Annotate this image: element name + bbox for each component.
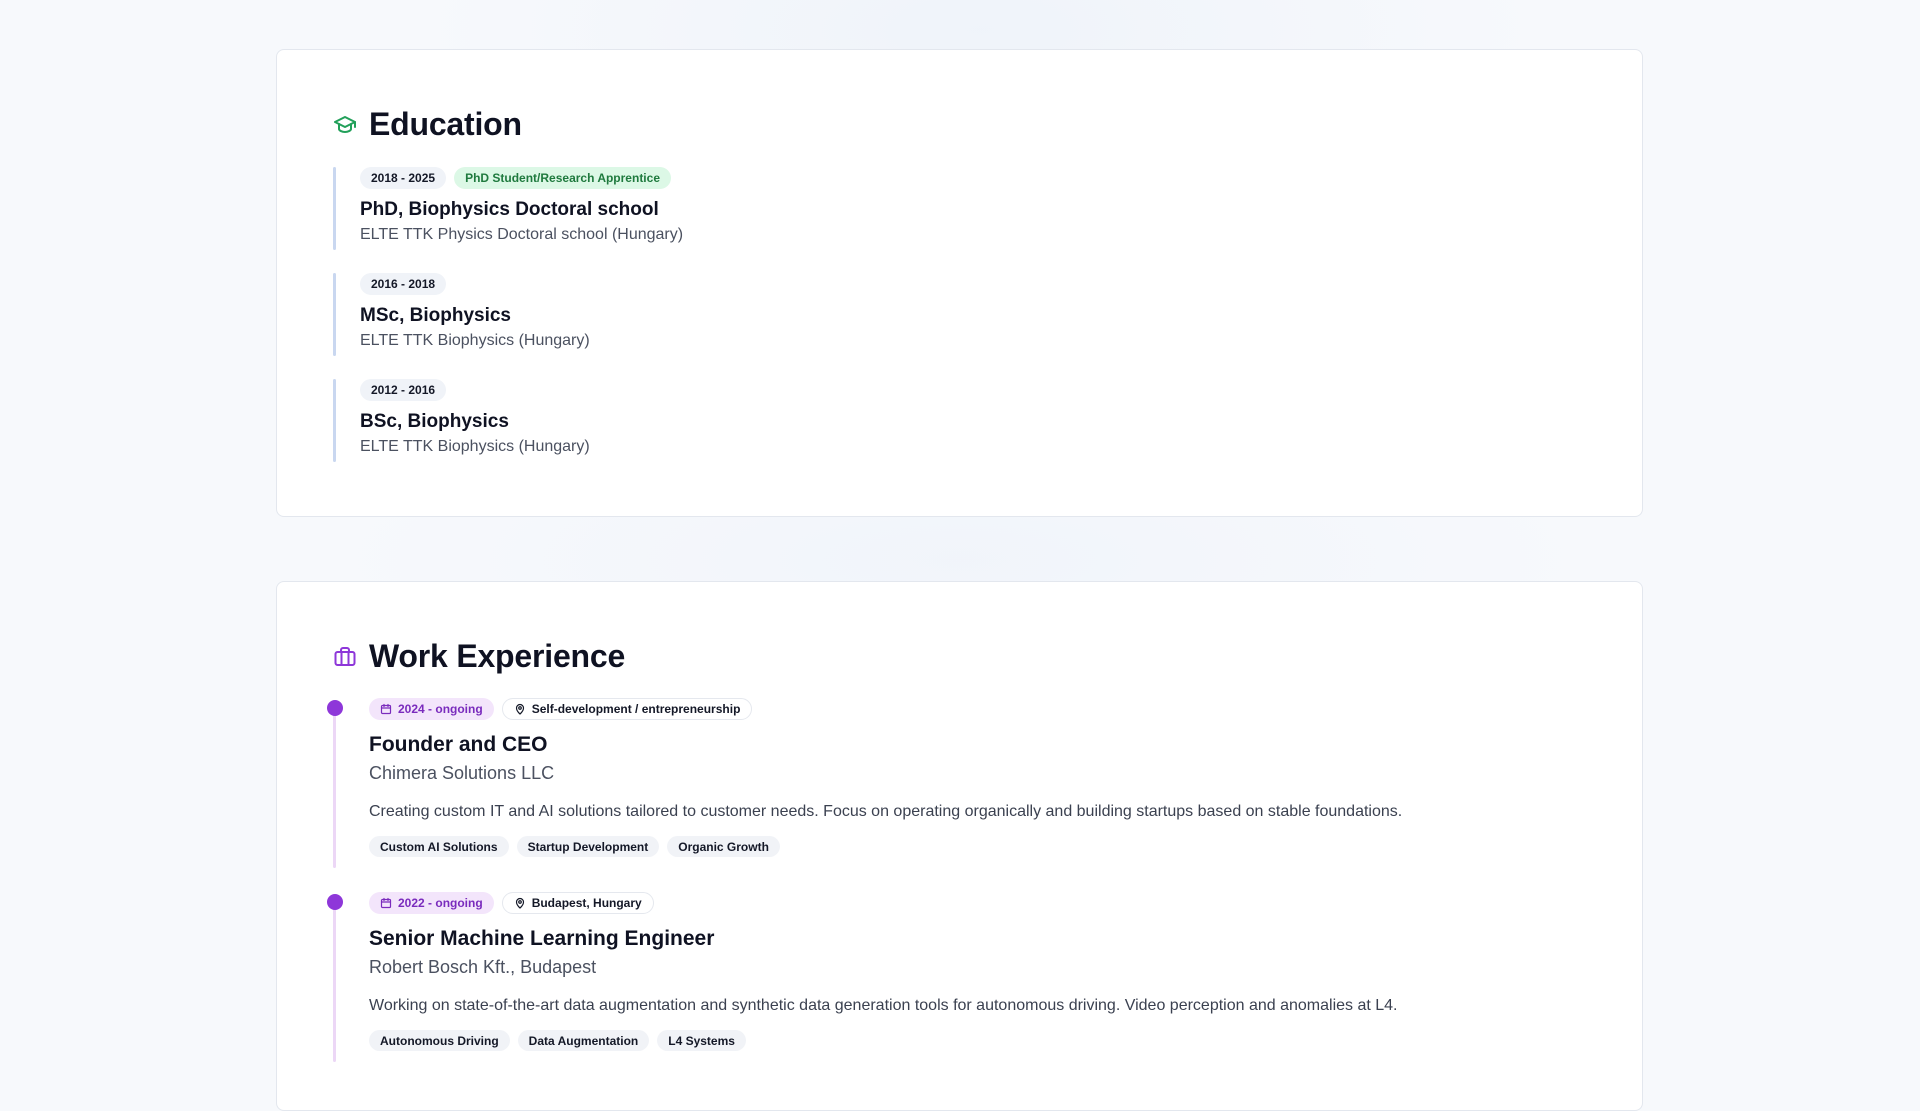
work-list: 2024 - ongoing Self-development / entrep… xyxy=(327,698,1573,1086)
work-location-badge: Budapest, Hungary xyxy=(501,892,654,914)
job-tag: Startup Development xyxy=(516,836,660,857)
company-name: Chimera Solutions LLC xyxy=(369,763,555,783)
education-title: Education xyxy=(369,106,522,142)
job-tag: Custom AI Solutions xyxy=(369,836,509,857)
education-years-badge: 2016 - 2018 xyxy=(360,273,447,295)
map-pin-icon xyxy=(514,897,526,909)
job-tags: Autonomous Driving Data Augmentation L4 … xyxy=(369,1030,1573,1051)
job-tag: Organic Growth xyxy=(667,836,780,857)
work-title: Work Experience xyxy=(369,638,626,674)
company-name: Robert Bosch Kft., Budapest xyxy=(369,957,597,977)
job-tags: Custom AI Solutions Startup Development … xyxy=(369,836,1573,857)
education-card: Education 2018 - 2025 PhD Student/Resear… xyxy=(276,49,1643,517)
work-header: Work Experience xyxy=(333,638,625,675)
job-description: Working on state-of-the-art data augment… xyxy=(369,997,1398,1014)
education-header: Education xyxy=(333,106,522,143)
calendar-icon xyxy=(380,897,392,909)
map-pin-icon xyxy=(514,703,526,715)
job-description: Creating custom IT and AI solutions tail… xyxy=(369,803,1403,820)
graduation-cap-icon xyxy=(333,113,357,137)
education-school: ELTE TTK Physics Doctoral school (Hungar… xyxy=(360,226,684,243)
timeline-dot xyxy=(327,894,343,910)
work-years-text: 2024 - ongoing xyxy=(398,702,483,716)
work-years-text: 2022 - ongoing xyxy=(398,896,483,910)
education-role-badge: PhD Student/Research Apprentice xyxy=(454,167,671,189)
timeline-line xyxy=(333,710,336,868)
work-badges: 2022 - ongoing Budapest, Hungary xyxy=(369,892,1573,914)
education-years-badge: 2018 - 2025 xyxy=(360,167,447,189)
education-item: 2012 - 2016 BSc, Biophysics ELTE TTK Bio… xyxy=(333,379,1533,462)
job-tag: Data Augmentation xyxy=(517,1030,650,1051)
education-years-badge: 2012 - 2016 xyxy=(360,379,447,401)
work-item: 2024 - ongoing Self-development / entrep… xyxy=(327,698,1573,868)
education-item: 2016 - 2018 MSc, Biophysics ELTE TTK Bio… xyxy=(333,273,1533,356)
work-badges: 2024 - ongoing Self-development / entrep… xyxy=(369,698,1573,720)
education-badges: 2012 - 2016 xyxy=(360,379,1533,401)
education-list: 2018 - 2025 PhD Student/Research Apprent… xyxy=(333,167,1533,485)
job-title: Founder and CEO xyxy=(369,733,548,756)
education-item: 2018 - 2025 PhD Student/Research Apprent… xyxy=(333,167,1533,250)
calendar-icon xyxy=(380,703,392,715)
timeline-line xyxy=(333,904,336,1062)
work-experience-card: Work Experience 2024 - ongoing Self-deve… xyxy=(276,581,1643,1111)
work-item: 2022 - ongoing Budapest, Hungary Senior … xyxy=(327,892,1573,1062)
work-location-badge: Self-development / entrepreneurship xyxy=(501,698,753,720)
education-badges: 2018 - 2025 PhD Student/Research Apprent… xyxy=(360,167,1533,189)
timeline-dot xyxy=(327,700,343,716)
education-degree: PhD, Biophysics Doctoral school xyxy=(360,199,659,220)
job-tag: Autonomous Driving xyxy=(369,1030,510,1051)
work-location-text: Budapest, Hungary xyxy=(531,896,642,910)
work-years-badge: 2022 - ongoing xyxy=(369,892,494,914)
education-school: ELTE TTK Biophysics (Hungary) xyxy=(360,332,590,349)
job-tag: L4 Systems xyxy=(657,1030,746,1051)
work-years-badge: 2024 - ongoing xyxy=(369,698,494,720)
briefcase-icon xyxy=(333,645,357,669)
education-badges: 2016 - 2018 xyxy=(360,273,1533,295)
job-title: Senior Machine Learning Engineer xyxy=(369,927,715,950)
education-school: ELTE TTK Biophysics (Hungary) xyxy=(360,438,590,455)
education-degree: MSc, Biophysics xyxy=(360,305,511,326)
education-degree: BSc, Biophysics xyxy=(360,411,509,432)
work-location-text: Self-development / entrepreneurship xyxy=(531,702,741,716)
